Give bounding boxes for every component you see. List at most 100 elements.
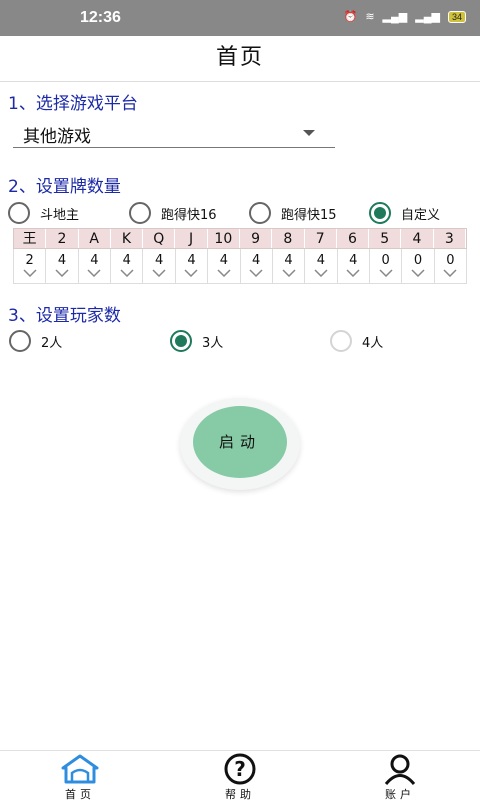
- alarm-icon: ⏰: [343, 11, 358, 23]
- card-count-spinner[interactable]: 4: [111, 249, 144, 283]
- chevron-down-icon: [443, 269, 457, 277]
- chevron-down-icon: [152, 269, 166, 277]
- card-count-spinner[interactable]: 0: [402, 249, 435, 283]
- card-count-value: 4: [187, 253, 196, 268]
- card-count-spinner[interactable]: 4: [79, 249, 112, 283]
- card-count-row: 2 4 4 4 4 4 4 4 4 4 4 0 0 0: [13, 249, 468, 284]
- card-count-spinner[interactable]: 4: [273, 249, 306, 283]
- radio-4-players[interactable]: 4人: [330, 328, 383, 354]
- radio-label: 跑得快16: [161, 207, 217, 223]
- radio-circle: [249, 202, 271, 224]
- radio-custom[interactable]: 自定义: [369, 200, 440, 226]
- start-button[interactable]: 启动: [180, 398, 300, 490]
- radio-circle: [330, 330, 352, 352]
- card-count-spinner[interactable]: 2: [14, 249, 47, 283]
- card-count-table: 王 2 A K Q J 10 9 8 7 6 5 4 3 24444444444000: [13, 228, 468, 284]
- card-count-value: 4: [349, 253, 358, 268]
- tab-help[interactable]: ? 帮助: [200, 753, 280, 802]
- radio-circle-selected: [369, 202, 391, 224]
- tab-home[interactable]: 首页: [40, 753, 120, 802]
- radio-label: 自定义: [401, 207, 441, 223]
- card-label: 6: [337, 229, 370, 248]
- section-cards-title: 2、设置牌数量: [8, 177, 121, 197]
- chevron-down-icon: [217, 269, 231, 277]
- card-label: J: [175, 229, 208, 248]
- chevron-down-icon: [184, 269, 198, 277]
- radio-circle: [9, 330, 31, 352]
- card-count-value: 0: [446, 253, 455, 268]
- svg-text:?: ?: [234, 757, 246, 781]
- page-title: 首页: [215, 45, 264, 70]
- radio-circle: [8, 202, 30, 224]
- card-header-row: 王 2 A K Q J 10 9 8 7 6 5 4 3: [13, 228, 467, 249]
- chevron-down-icon: [282, 269, 296, 277]
- card-count-spinner[interactable]: 4: [176, 249, 209, 283]
- card-count-value: 4: [57, 253, 67, 268]
- card-count-value: 4: [90, 253, 99, 268]
- radio-circle: [129, 202, 151, 224]
- tab-account[interactable]: 账户: [360, 753, 440, 802]
- card-count-spinner[interactable]: 4: [241, 249, 273, 283]
- radio-3-players[interactable]: 3人: [170, 328, 223, 354]
- radio-label: 3人: [202, 335, 224, 351]
- card-count-spinner[interactable]: 4: [46, 249, 79, 283]
- platform-selected: 其他游戏: [23, 127, 91, 147]
- radio-label: 4人: [362, 335, 384, 351]
- card-count-value: 0: [413, 253, 423, 268]
- radio-label: 跑得快15: [281, 207, 337, 223]
- card-count-spinner[interactable]: 0: [370, 249, 403, 283]
- card-count-spinner[interactable]: 4: [338, 249, 370, 283]
- card-count-spinner[interactable]: 4: [208, 249, 241, 283]
- card-label: K: [111, 229, 144, 248]
- wifi-icon: ≋: [365, 11, 375, 23]
- radio-label: 斗地主: [40, 207, 80, 223]
- card-count-spinner[interactable]: 4: [305, 249, 338, 283]
- user-icon: [384, 754, 416, 785]
- card-label: Q: [143, 229, 176, 248]
- card-count-spinner[interactable]: 4: [143, 249, 176, 283]
- radio-paodekuai15[interactable]: 跑得快15: [249, 200, 337, 226]
- chevron-down-icon: [87, 269, 101, 277]
- card-label: 5: [369, 229, 402, 248]
- card-label: 8: [272, 229, 305, 248]
- home-icon: [61, 754, 99, 784]
- title-bar: 首页: [0, 36, 480, 82]
- card-count-value: 4: [284, 253, 293, 268]
- radio-2-players[interactable]: 2人: [9, 328, 62, 354]
- battery-icon: 34: [447, 10, 466, 23]
- help-icon: ?: [224, 753, 256, 785]
- chevron-down-icon: [55, 269, 69, 277]
- player-count-group: 2人 3人 4人: [0, 328, 480, 354]
- radio-circle-selected: [170, 330, 192, 352]
- chevron-down-icon: [249, 269, 263, 277]
- signal-icon-2: ▂▄▆: [415, 11, 440, 23]
- card-count-value: 4: [219, 253, 228, 268]
- chevron-down-icon: [23, 269, 37, 277]
- platform-dropdown[interactable]: 其他游戏: [13, 118, 335, 148]
- chevron-down-icon: [346, 269, 360, 277]
- section-platform-title: 1、选择游戏平台: [8, 94, 138, 114]
- card-count-value: 2: [25, 253, 34, 268]
- chevron-down-icon: [411, 269, 425, 277]
- card-count-value: 4: [154, 253, 164, 268]
- chevron-down-icon: [120, 269, 134, 277]
- signal-icon: ▂▄▆: [382, 11, 408, 23]
- chevron-down-icon: [314, 269, 328, 277]
- card-label: A: [79, 229, 111, 248]
- card-count-value: 0: [381, 253, 390, 268]
- card-mode-group: 斗地主 跑得快16 跑得快15 自定义: [0, 200, 480, 226]
- card-count-value: 4: [252, 253, 261, 268]
- dropdown-arrow-icon: [303, 130, 315, 136]
- card-label: 王: [14, 229, 47, 248]
- radio-paodekuai16[interactable]: 跑得快16: [129, 200, 217, 226]
- card-label: 10: [208, 229, 240, 248]
- status-icons: ⏰ ≋ ▂▄▆ ▂▄▆ 34: [344, 10, 466, 23]
- card-count-spinner[interactable]: 0: [435, 249, 468, 283]
- card-label: 3: [434, 229, 466, 248]
- bottom-tab-bar: 首页 ? 帮助 账户: [0, 750, 480, 802]
- card-label: 7: [305, 229, 337, 248]
- status-bar: 12:36 ⏰ ≋ ▂▄▆ ▂▄▆ 34: [0, 0, 480, 36]
- card-count-value: 4: [316, 253, 326, 268]
- radio-doudizhu[interactable]: 斗地主: [8, 200, 79, 226]
- card-label: 2: [46, 229, 79, 248]
